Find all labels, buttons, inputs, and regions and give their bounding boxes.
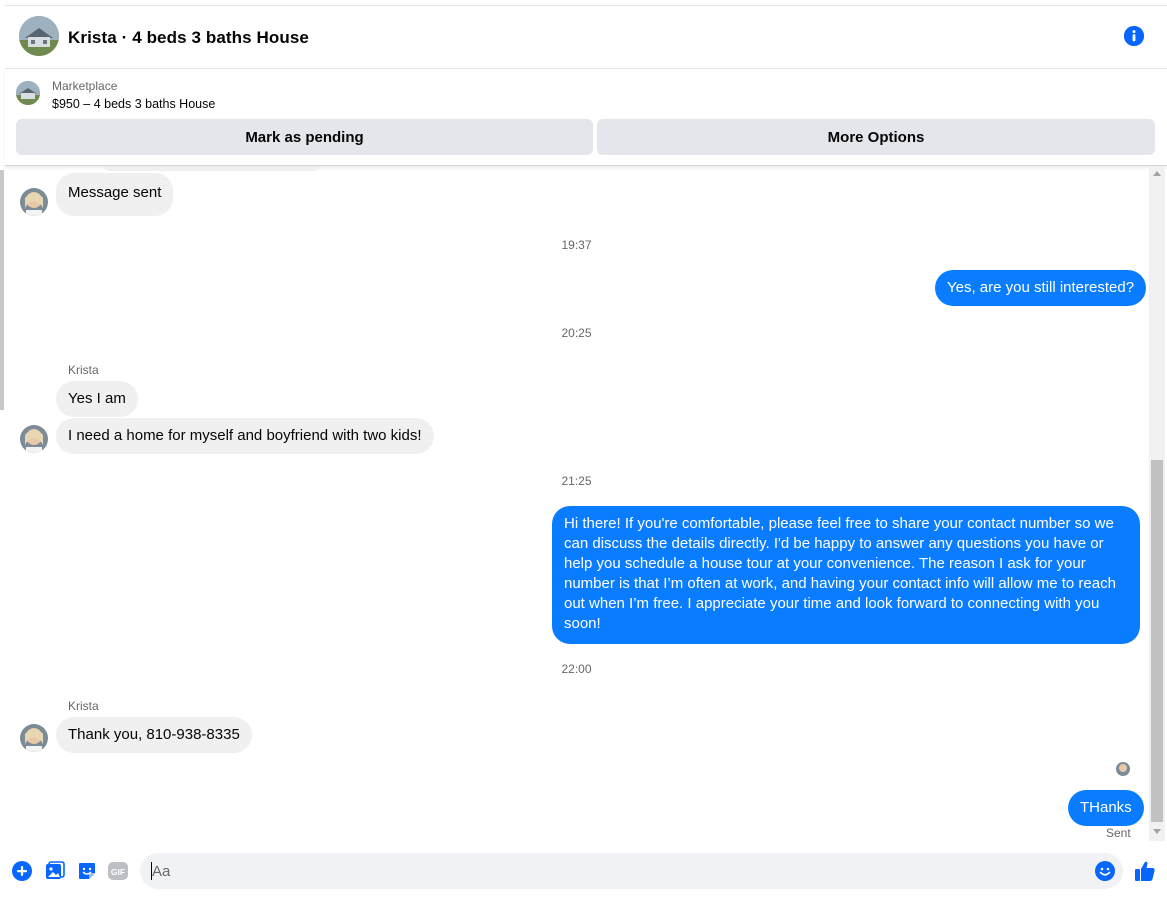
info-icon[interactable] — [1124, 26, 1144, 46]
message-bubble-outgoing[interactable]: THanks — [1068, 790, 1144, 826]
thumbs-up-icon[interactable] — [1134, 860, 1156, 882]
timestamp: 19:37 — [561, 238, 592, 252]
timestamp: 21:25 — [561, 474, 592, 488]
text-caret — [151, 862, 152, 880]
timestamp: 20:25 — [561, 326, 592, 340]
mark-as-pending-button[interactable]: Mark as pending — [16, 119, 593, 155]
emoji-icon[interactable] — [1095, 861, 1115, 881]
message-bubble-incoming[interactable]: Message sent — [56, 173, 174, 216]
listing-title[interactable]: $950 – 4 beds 3 baths House — [52, 97, 215, 111]
message-bubble-incoming[interactable]: Thank you, 810-938-8335 — [56, 717, 252, 753]
conversation-header: Krista · 4 beds 3 baths House — [5, 5, 1167, 69]
more-options-button[interactable]: More Options — [597, 119, 1155, 155]
sender-name: Krista — [68, 699, 99, 713]
message-list: Message sent 19:37 Yes, are you still in… — [5, 167, 1148, 847]
contact-avatar[interactable] — [20, 425, 48, 453]
message-bubble-outgoing[interactable]: Hi there! If you're comfortable, please … — [552, 506, 1140, 644]
seen-avatar — [1116, 762, 1130, 776]
message-bubble-outgoing[interactable]: Yes, are you still interested? — [935, 270, 1147, 306]
contact-avatar[interactable] — [20, 724, 48, 752]
timestamp: 22:00 — [561, 662, 592, 676]
message-bubble-incoming[interactable]: Yes I am — [56, 381, 138, 417]
sticker-icon[interactable] — [77, 861, 97, 881]
previous-bubble-edge — [100, 167, 325, 171]
marketplace-bar: Marketplace $950 – 4 beds 3 baths House … — [5, 70, 1167, 166]
plus-circle-icon[interactable] — [12, 861, 32, 881]
listing-thumbnail[interactable] — [16, 81, 40, 105]
message-composer: GIF — [0, 848, 1167, 900]
marketplace-label: Marketplace — [52, 79, 118, 93]
message-input[interactable] — [152, 853, 1082, 889]
scroll-down-arrow-icon[interactable] — [1153, 829, 1161, 834]
message-bubble-incoming[interactable]: I need a home for myself and boyfriend w… — [56, 418, 434, 454]
scroll-up-arrow-icon[interactable] — [1153, 171, 1161, 176]
photo-gallery-icon[interactable] — [45, 861, 65, 881]
conversation-title: Krista · 4 beds 3 baths House — [68, 28, 309, 47]
delivery-status: Sent — [1106, 826, 1131, 840]
sender-name: Krista — [68, 363, 99, 377]
left-edge-divider — [0, 170, 4, 410]
contact-avatar[interactable] — [20, 188, 48, 216]
listing-avatar[interactable] — [19, 16, 59, 56]
scrollbar-thumb[interactable] — [1151, 460, 1163, 822]
message-input-box[interactable] — [140, 853, 1123, 889]
svg-text:GIF: GIF — [111, 867, 125, 877]
gif-icon[interactable]: GIF — [108, 861, 128, 881]
